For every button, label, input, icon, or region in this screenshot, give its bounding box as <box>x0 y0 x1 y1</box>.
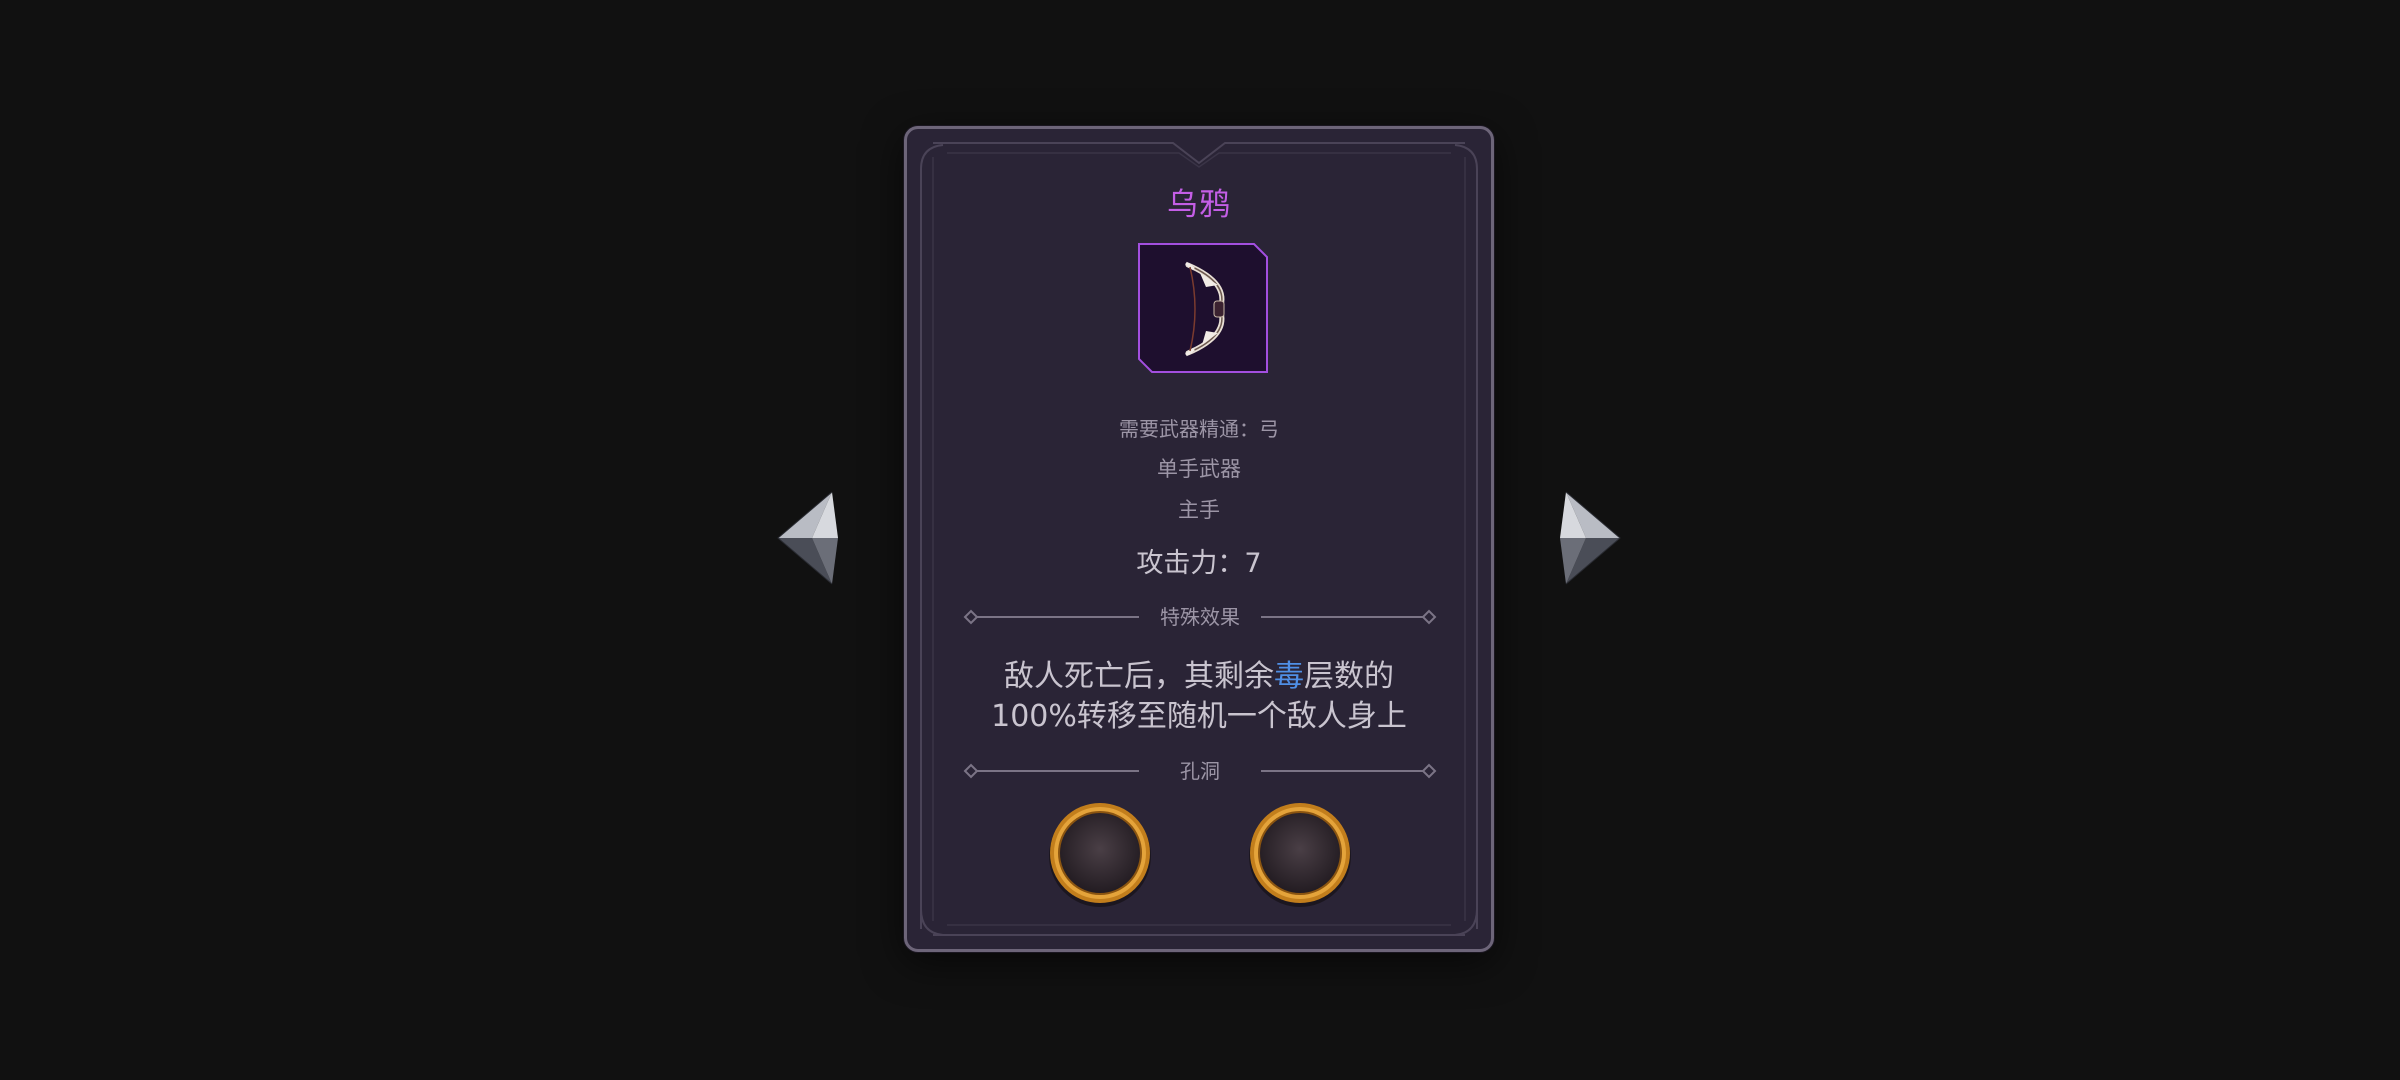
arrow-right-icon <box>1560 491 1621 585</box>
weapon-mastery-requirement: 需要武器精通：弓 <box>1119 417 1279 441</box>
special-effect-text: 敌人死亡后，其剩余毒层数的 100%转移至随机一个敌人身上 <box>907 657 1491 737</box>
socket-slot[interactable] <box>1046 800 1154 908</box>
sockets-divider: 孔洞 <box>963 759 1437 783</box>
arrow-left-icon <box>777 491 838 585</box>
item-name: 乌鸦 <box>1167 187 1231 223</box>
weapon-hand-type: 单手武器 <box>1157 457 1241 481</box>
empty-socket-icon <box>1249 803 1351 907</box>
previous-item-button[interactable] <box>776 490 842 586</box>
empty-socket-icon <box>1049 803 1151 907</box>
effect-line-1: 敌人死亡后，其剩余毒层数的 <box>907 657 1491 697</box>
bow-icon <box>1138 243 1268 373</box>
effect-text: 层数的 <box>1304 659 1394 694</box>
poison-keyword[interactable]: 毒 <box>1274 659 1304 694</box>
equip-slot: 主手 <box>1178 498 1220 522</box>
next-item-button[interactable] <box>1556 490 1622 586</box>
item-icon-frame <box>1138 243 1268 373</box>
effect-text: 敌人死亡后，其剩余 <box>1004 659 1274 694</box>
attack-stat: 攻击力：7 <box>1136 548 1262 579</box>
socket-slot[interactable] <box>1246 800 1354 908</box>
sockets-header: 孔洞 <box>1180 759 1220 783</box>
item-inspect-screen: 乌鸦 需要武器精通：弓 单手武器 主手 攻击力：7 特殊效果 敌人死亡后，其剩余… <box>0 0 2400 1080</box>
item-card: 乌鸦 需要武器精通：弓 单手武器 主手 攻击力：7 特殊效果 敌人死亡后，其剩余… <box>904 126 1494 952</box>
effect-line-2: 100%转移至随机一个敌人身上 <box>991 699 1407 734</box>
special-effects-divider: 特殊效果 <box>963 605 1437 629</box>
special-effects-header: 特殊效果 <box>1160 605 1240 629</box>
